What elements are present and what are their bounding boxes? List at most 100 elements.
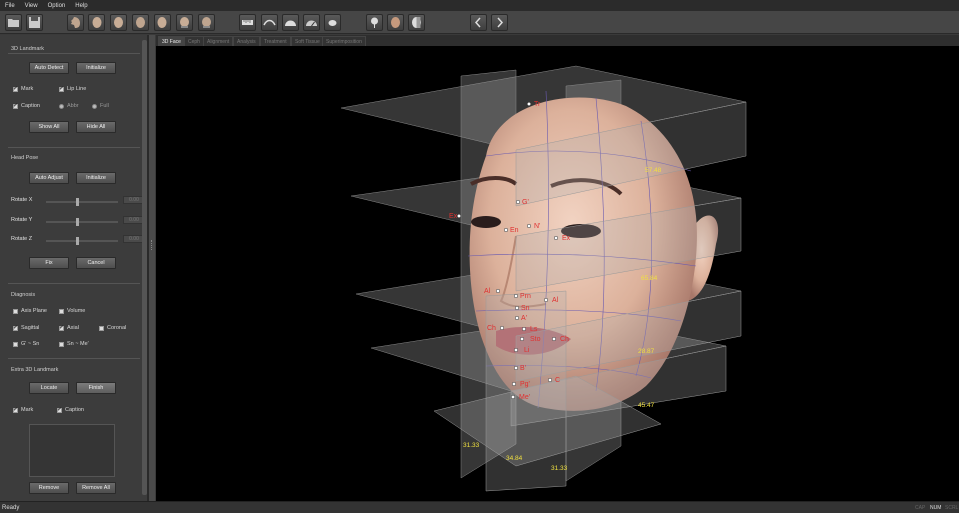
sn-me-checkbox[interactable]: Sn ~ Me'	[59, 341, 89, 347]
face-front-alt-icon[interactable]	[132, 14, 149, 31]
auto-detect-button[interactable]: Auto Detect	[29, 62, 69, 74]
landmark-dot[interactable]	[499, 325, 505, 331]
landmark-dot[interactable]	[513, 347, 519, 353]
rotate-x-slider[interactable]	[46, 198, 118, 206]
coronal-checkbox[interactable]: Coronal	[99, 325, 126, 331]
face-skull-icon[interactable]	[408, 14, 425, 31]
initialize-pose-button[interactable]: Initialize	[76, 172, 116, 184]
finish-button[interactable]: Finish	[76, 382, 116, 394]
tab-superimposition[interactable]: Superimposition	[322, 36, 366, 46]
mark-checkbox[interactable]: Mark	[13, 85, 33, 92]
menu-view[interactable]: View	[20, 3, 43, 9]
axis-plane-checkbox[interactable]: Axis Plane	[13, 308, 47, 314]
auto-adjust-button[interactable]: Auto Adjust	[29, 172, 69, 184]
cancel-button[interactable]: Cancel	[76, 257, 116, 269]
panel-splitter[interactable]	[148, 35, 155, 501]
landmark-dot[interactable]	[526, 223, 532, 229]
extra-mark-checkbox[interactable]: Mark	[13, 406, 33, 413]
landmark-label: Ls	[530, 326, 538, 333]
checkbox-box	[13, 85, 18, 92]
landmark-dot[interactable]	[551, 336, 557, 342]
landmark-dot[interactable]	[510, 394, 516, 400]
forward-arrow-icon[interactable]	[491, 14, 508, 31]
rotate-y-row: Rotate Y 0.00	[11, 216, 145, 227]
save-icon[interactable]	[26, 14, 43, 31]
fix-button[interactable]: Fix	[29, 257, 69, 269]
rotate-z-slider[interactable]	[46, 237, 118, 245]
back-arrow-icon[interactable]	[470, 14, 487, 31]
landmark-label: Ch	[560, 336, 569, 343]
protractor-icon[interactable]	[282, 14, 299, 31]
tab-alignment[interactable]: Alignment	[203, 36, 234, 46]
full-label: Full	[100, 103, 109, 109]
slider-thumb[interactable]	[76, 237, 79, 245]
checkbox-box	[13, 406, 18, 413]
abbr-radio[interactable]: Abbr	[59, 103, 79, 109]
remove-all-button[interactable]: Remove All	[76, 482, 116, 494]
tab-3d-face[interactable]: 3D Face	[158, 36, 185, 46]
landmark-dot[interactable]	[513, 293, 519, 299]
extra-caption-checkbox[interactable]: Caption	[57, 406, 84, 413]
extra-landmark-list[interactable]	[29, 424, 115, 477]
face-texture-icon[interactable]	[387, 14, 404, 31]
hide-all-button[interactable]: Hide All	[76, 121, 116, 133]
open-folder-icon[interactable]	[5, 14, 22, 31]
landmark-dot[interactable]	[495, 288, 501, 294]
face-front-icon[interactable]	[110, 14, 127, 31]
landmark-dot[interactable]	[521, 326, 527, 332]
menu-option[interactable]: Option	[43, 3, 71, 9]
face-profile-left-icon[interactable]	[67, 14, 84, 31]
g-sn-checkbox[interactable]: G' ~ Sn	[13, 341, 39, 347]
menu-file[interactable]: File	[0, 3, 20, 9]
axial-checkbox[interactable]: Axial	[59, 324, 79, 331]
full-radio[interactable]: Full	[92, 103, 109, 109]
landmark-dot[interactable]	[503, 227, 509, 233]
show-all-button[interactable]: Show All	[29, 121, 69, 133]
3d-face-viewport[interactable]: Tr G' N' En Ex Ex Al Prn Al Sn A' Ch Ls Ch StoLi B' Pg' C…	[156, 46, 959, 501]
landmark-dot[interactable]	[456, 213, 462, 219]
tab-analysis[interactable]: Analysis	[233, 36, 260, 46]
rotate-y-slider[interactable]	[46, 218, 118, 226]
measurement-label: 31.33	[463, 442, 480, 449]
arc-measure-icon[interactable]	[303, 14, 320, 31]
tab-soft-tissue[interactable]: Soft Tissue	[291, 36, 324, 46]
lip-line-checkbox[interactable]: Lip Line	[59, 85, 86, 92]
landmark-dot[interactable]	[514, 305, 520, 311]
tab-ceph[interactable]: Ceph	[184, 36, 204, 46]
remove-button[interactable]: Remove	[29, 482, 69, 494]
landmark-dot[interactable]	[511, 381, 517, 387]
landmark-dot[interactable]	[519, 336, 525, 342]
tab-treatment[interactable]: Treatment	[260, 36, 291, 46]
landmark-label: Prn	[520, 293, 531, 300]
landmark-pin-icon[interactable]	[366, 14, 383, 31]
landmark-dot[interactable]	[547, 377, 553, 383]
landmark-dot[interactable]	[515, 199, 521, 205]
locate-button[interactable]: Locate	[29, 382, 69, 394]
landmark-dot[interactable]	[553, 235, 559, 241]
initialize-landmark-button[interactable]: Initialize	[76, 62, 116, 74]
caption-checkbox[interactable]: Caption	[13, 102, 40, 109]
landmark-label: Me'	[519, 394, 530, 401]
landmark-dot[interactable]	[514, 315, 520, 321]
face-profile-right-icon[interactable]	[176, 14, 193, 31]
menu-help[interactable]: Help	[70, 3, 92, 9]
toolbar	[0, 11, 959, 34]
shape-icon[interactable]	[324, 14, 341, 31]
face-three-quarter-left-icon[interactable]	[88, 14, 105, 31]
ruler-icon[interactable]	[239, 14, 256, 31]
landmark-label: Li	[524, 347, 530, 354]
landmark-dot[interactable]	[513, 365, 519, 371]
sagittal-checkbox[interactable]: Sagittal	[13, 324, 39, 331]
curve-measure-icon[interactable]	[261, 14, 278, 31]
rotate-z-row: Rotate Z 0.00	[11, 235, 145, 246]
panel-scrollbar[interactable]	[142, 40, 147, 495]
landmark-dot[interactable]	[526, 101, 532, 107]
slider-thumb[interactable]	[76, 198, 79, 206]
slider-thumb[interactable]	[76, 218, 79, 226]
checkbox-box	[59, 341, 64, 347]
landmark-dot[interactable]	[543, 297, 549, 303]
radio-dot	[59, 103, 64, 109]
volume-checkbox[interactable]: Volume	[59, 308, 85, 314]
face-top-icon[interactable]	[198, 14, 215, 31]
face-three-quarter-right-icon[interactable]	[154, 14, 171, 31]
